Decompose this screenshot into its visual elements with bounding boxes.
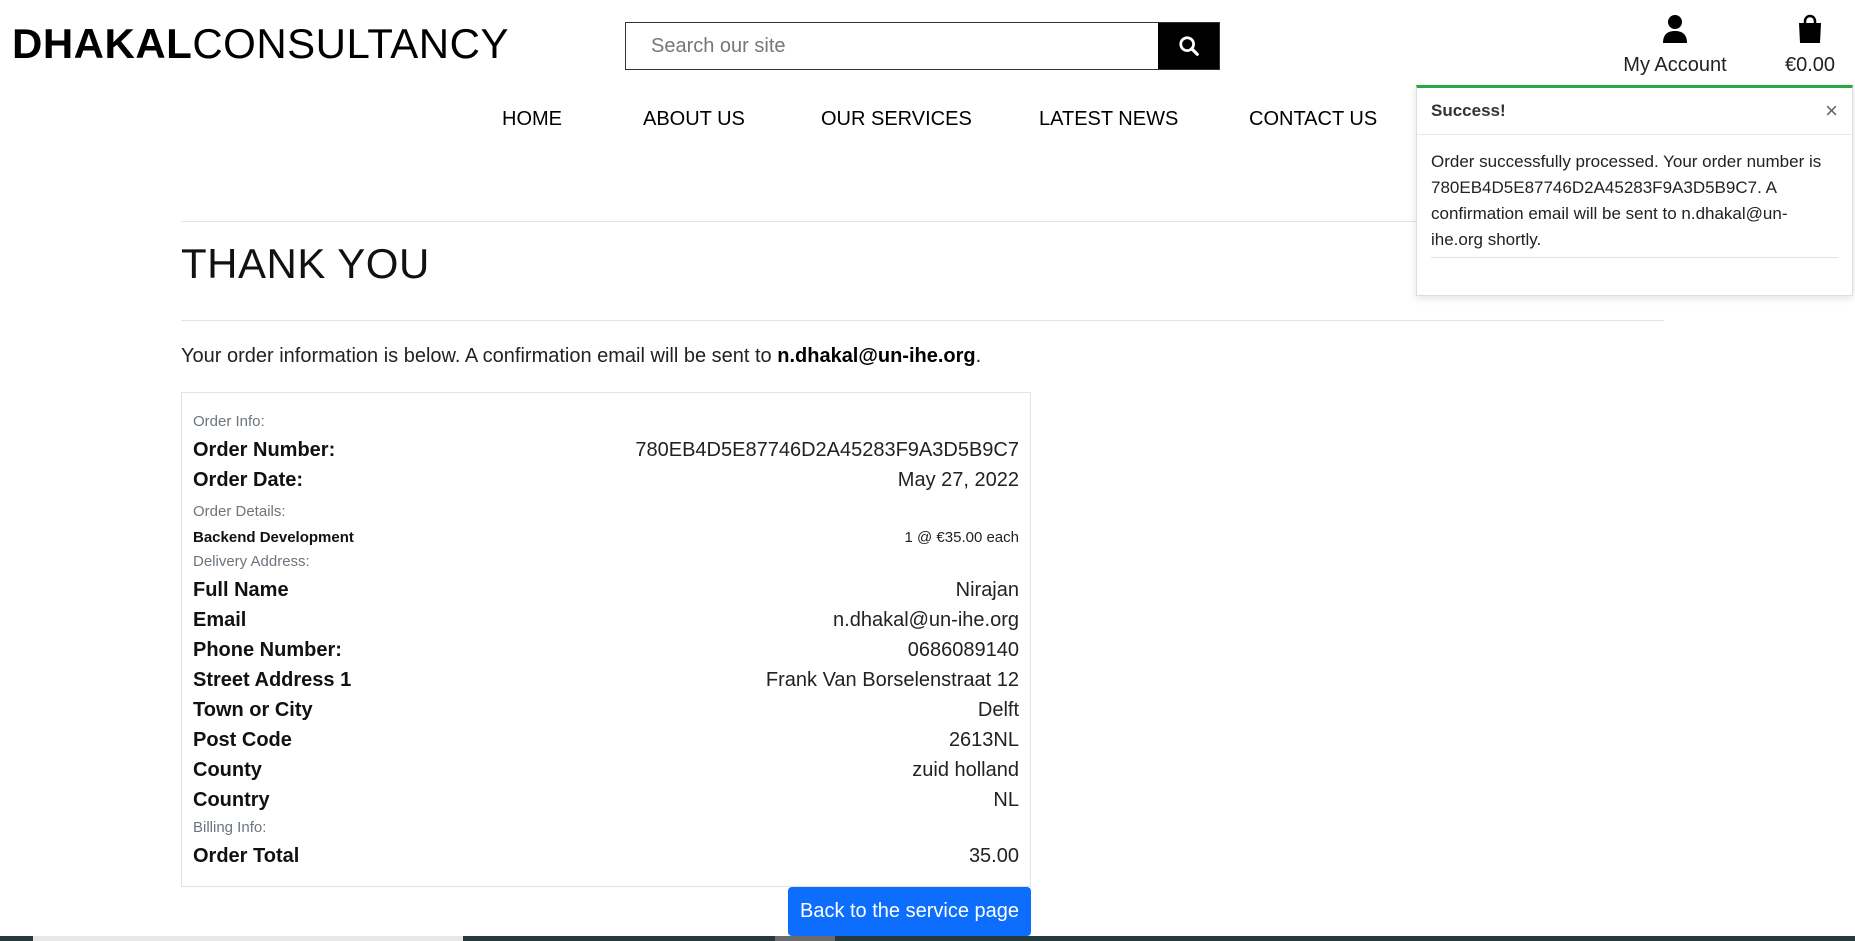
intro-end: . <box>975 345 982 367</box>
nav-contact-us[interactable]: CONTACT US <box>1249 108 1377 131</box>
nav-home[interactable]: HOME <box>502 108 562 131</box>
toast-title: Success! <box>1431 101 1506 120</box>
toast-message: Order successfully processed. Your order… <box>1431 149 1838 258</box>
billing-info-label: Billing Info: <box>193 819 267 836</box>
my-account-label: My Account <box>1623 54 1727 76</box>
bottom-scroll-bar <box>0 936 1855 941</box>
order-total-label: Order Total <box>193 844 300 867</box>
site-logo[interactable]: DHAKALCONSULTANCY <box>12 20 509 68</box>
bottom-bar-segment <box>775 936 835 941</box>
search-button[interactable] <box>1158 23 1219 69</box>
close-icon[interactable]: × <box>1825 100 1838 122</box>
street-label: Street Address 1 <box>193 668 352 691</box>
shopping-bag-link[interactable]: €0.00 <box>1775 14 1845 77</box>
email-row: Email n.dhakal@un-ihe.org <box>193 605 1019 635</box>
nav-about-us[interactable]: ABOUT US <box>643 108 745 131</box>
postcode-row: Post Code 2613NL <box>193 725 1019 755</box>
full-name-label: Full Name <box>193 578 289 601</box>
order-details-label: Order Details: <box>193 503 286 520</box>
order-info-label: Order Info: <box>193 413 265 430</box>
intro-lead: Your order information is below. A confi… <box>181 345 778 367</box>
phone-row: Phone Number: 0686089140 <box>193 635 1019 665</box>
order-number-value: 780EB4D5E87746D2A45283F9A3D5B9C7 <box>635 438 1019 461</box>
intro-text: Your order information is below. A confi… <box>181 345 981 368</box>
street-value: Frank Van Borselenstraat 12 <box>765 668 1019 691</box>
toast-body: Order successfully processed. Your order… <box>1417 135 1852 258</box>
email-value: n.dhakal@un-ihe.org <box>833 608 1019 631</box>
logo-light-text: CONSULTANCY <box>192 20 509 67</box>
page: DHAKALCONSULTANCY My Account €0.00 HOME … <box>0 0 1855 941</box>
page-title: THANK YOU <box>181 240 430 287</box>
my-account-link[interactable]: My Account <box>1620 14 1730 77</box>
user-icon <box>1663 15 1687 43</box>
bottom-bar-segment <box>33 936 463 941</box>
order-total-row: Order Total 35.00 <box>193 841 1019 871</box>
email-label: Email <box>193 608 247 631</box>
country-value: NL <box>993 788 1019 811</box>
back-to-services-button[interactable]: Back to the service page <box>788 887 1031 936</box>
toast-header: Success! × <box>1417 88 1852 135</box>
nav-latest-news[interactable]: LATEST NEWS <box>1039 108 1178 131</box>
town-row: Town or City Delft <box>193 695 1019 725</box>
search-icon <box>1178 36 1199 56</box>
order-number-row: Order Number: 780EB4D5E87746D2A45283F9A3… <box>193 435 1019 465</box>
postcode-label: Post Code <box>193 728 292 751</box>
phone-value: 0686089140 <box>907 638 1019 661</box>
country-row: Country NL <box>193 785 1019 815</box>
order-item-quantity: 1 @ €35.00 each <box>904 528 1019 546</box>
order-date-value: May 27, 2022 <box>897 468 1019 491</box>
shopping-bag-icon <box>1799 14 1821 43</box>
town-label: Town or City <box>193 698 313 721</box>
delivery-address-label: Delivery Address: <box>193 553 310 570</box>
full-name-value: Nirajan <box>955 578 1019 601</box>
phone-label: Phone Number: <box>193 638 342 661</box>
order-summary-card: Order Info: Order Number: 780EB4D5E87746… <box>181 392 1031 887</box>
logo-bold-text: DHAKAL <box>12 20 193 67</box>
order-item-row: Backend Development 1 @ €35.00 each <box>193 525 1019 549</box>
town-value: Delft <box>977 698 1019 721</box>
order-date-label: Order Date: <box>193 468 304 491</box>
country-label: Country <box>193 788 270 811</box>
search-input[interactable] <box>626 23 1158 69</box>
order-date-row: Order Date: May 27, 2022 <box>193 465 1019 495</box>
nav-our-services[interactable]: OUR SERVICES <box>821 108 972 131</box>
order-number-label: Order Number: <box>193 438 336 461</box>
postcode-value: 2613NL <box>948 728 1019 751</box>
street-row: Street Address 1 Frank Van Borselenstraa… <box>193 665 1019 695</box>
intro-email: n.dhakal@un-ihe.org <box>777 345 976 367</box>
order-total-value: 35.00 <box>968 844 1019 867</box>
success-toast: Success! × Order successfully processed.… <box>1416 85 1853 296</box>
bag-total: €0.00 <box>1784 54 1836 76</box>
divider-bottom <box>181 320 1664 321</box>
county-value: zuid holland <box>912 758 1019 781</box>
county-row: County zuid holland <box>193 755 1019 785</box>
county-label: County <box>193 758 262 781</box>
full-name-row: Full Name Nirajan <box>193 575 1019 605</box>
order-item-name: Backend Development <box>193 528 354 546</box>
search-form <box>625 22 1220 70</box>
